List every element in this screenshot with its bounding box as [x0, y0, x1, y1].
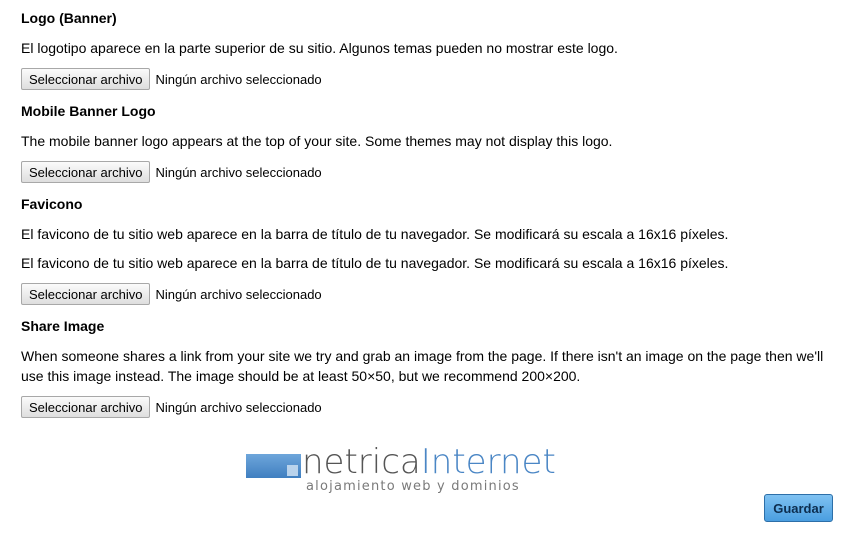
section-heading: Logo (Banner) — [21, 10, 117, 26]
file-input-row: Seleccionar archivo Ningún archivo selec… — [21, 283, 826, 305]
section-description: El favicono de tu sitio web aparece en l… — [21, 226, 729, 242]
logo-wordmark: netricaInternet — [302, 442, 556, 482]
logo-wordmark-part2: Internet — [420, 442, 556, 482]
section-description: El logotipo aparece en la parte superior… — [21, 40, 618, 56]
logo-mark-square — [287, 465, 298, 476]
file-status-text: Ningún archivo seleccionado — [155, 164, 322, 180]
save-button[interactable]: Guardar — [764, 494, 833, 522]
file-status-text: Ningún archivo seleccionado — [155, 71, 322, 87]
mobile-banner-logo-section: Mobile Banner Logo The mobile banner log… — [21, 102, 826, 183]
logo-mark — [246, 454, 301, 478]
file-input-row: Seleccionar archivo Ningún archivo selec… — [21, 161, 826, 183]
section-heading: Share Image — [21, 318, 105, 334]
select-file-button[interactable]: Seleccionar archivo — [21, 161, 151, 183]
section-heading: Mobile Banner Logo — [21, 103, 156, 119]
section-description: When someone shares a link from your sit… — [21, 348, 824, 384]
section-description: El favicono de tu sitio web aparece en l… — [21, 255, 729, 271]
file-status-text: Ningún archivo seleccionado — [155, 399, 322, 415]
section-description: The mobile banner logo appears at the to… — [21, 133, 613, 149]
favicon-section: Favicono El favicono de tu sitio web apa… — [21, 195, 826, 305]
file-input-row: Seleccionar archivo Ningún archivo selec… — [21, 68, 826, 90]
logo-wordmark-part1: netrica — [302, 442, 421, 482]
select-file-button[interactable]: Seleccionar archivo — [21, 68, 151, 90]
select-file-button[interactable]: Seleccionar archivo — [21, 283, 151, 305]
netrica-internet-logo: netricaInternet alojamiento web y domini… — [246, 442, 586, 500]
share-image-section: Share Image When someone shares a link f… — [21, 317, 826, 418]
select-file-button[interactable]: Seleccionar archivo — [21, 396, 151, 418]
file-status-text: Ningún archivo seleccionado — [155, 286, 322, 302]
logo-banner-section: Logo (Banner) El logotipo aparece en la … — [21, 9, 826, 90]
section-heading: Favicono — [21, 196, 83, 212]
logo-tagline: alojamiento web y dominios — [306, 479, 520, 494]
file-input-row: Seleccionar archivo Ningún archivo selec… — [21, 396, 826, 418]
